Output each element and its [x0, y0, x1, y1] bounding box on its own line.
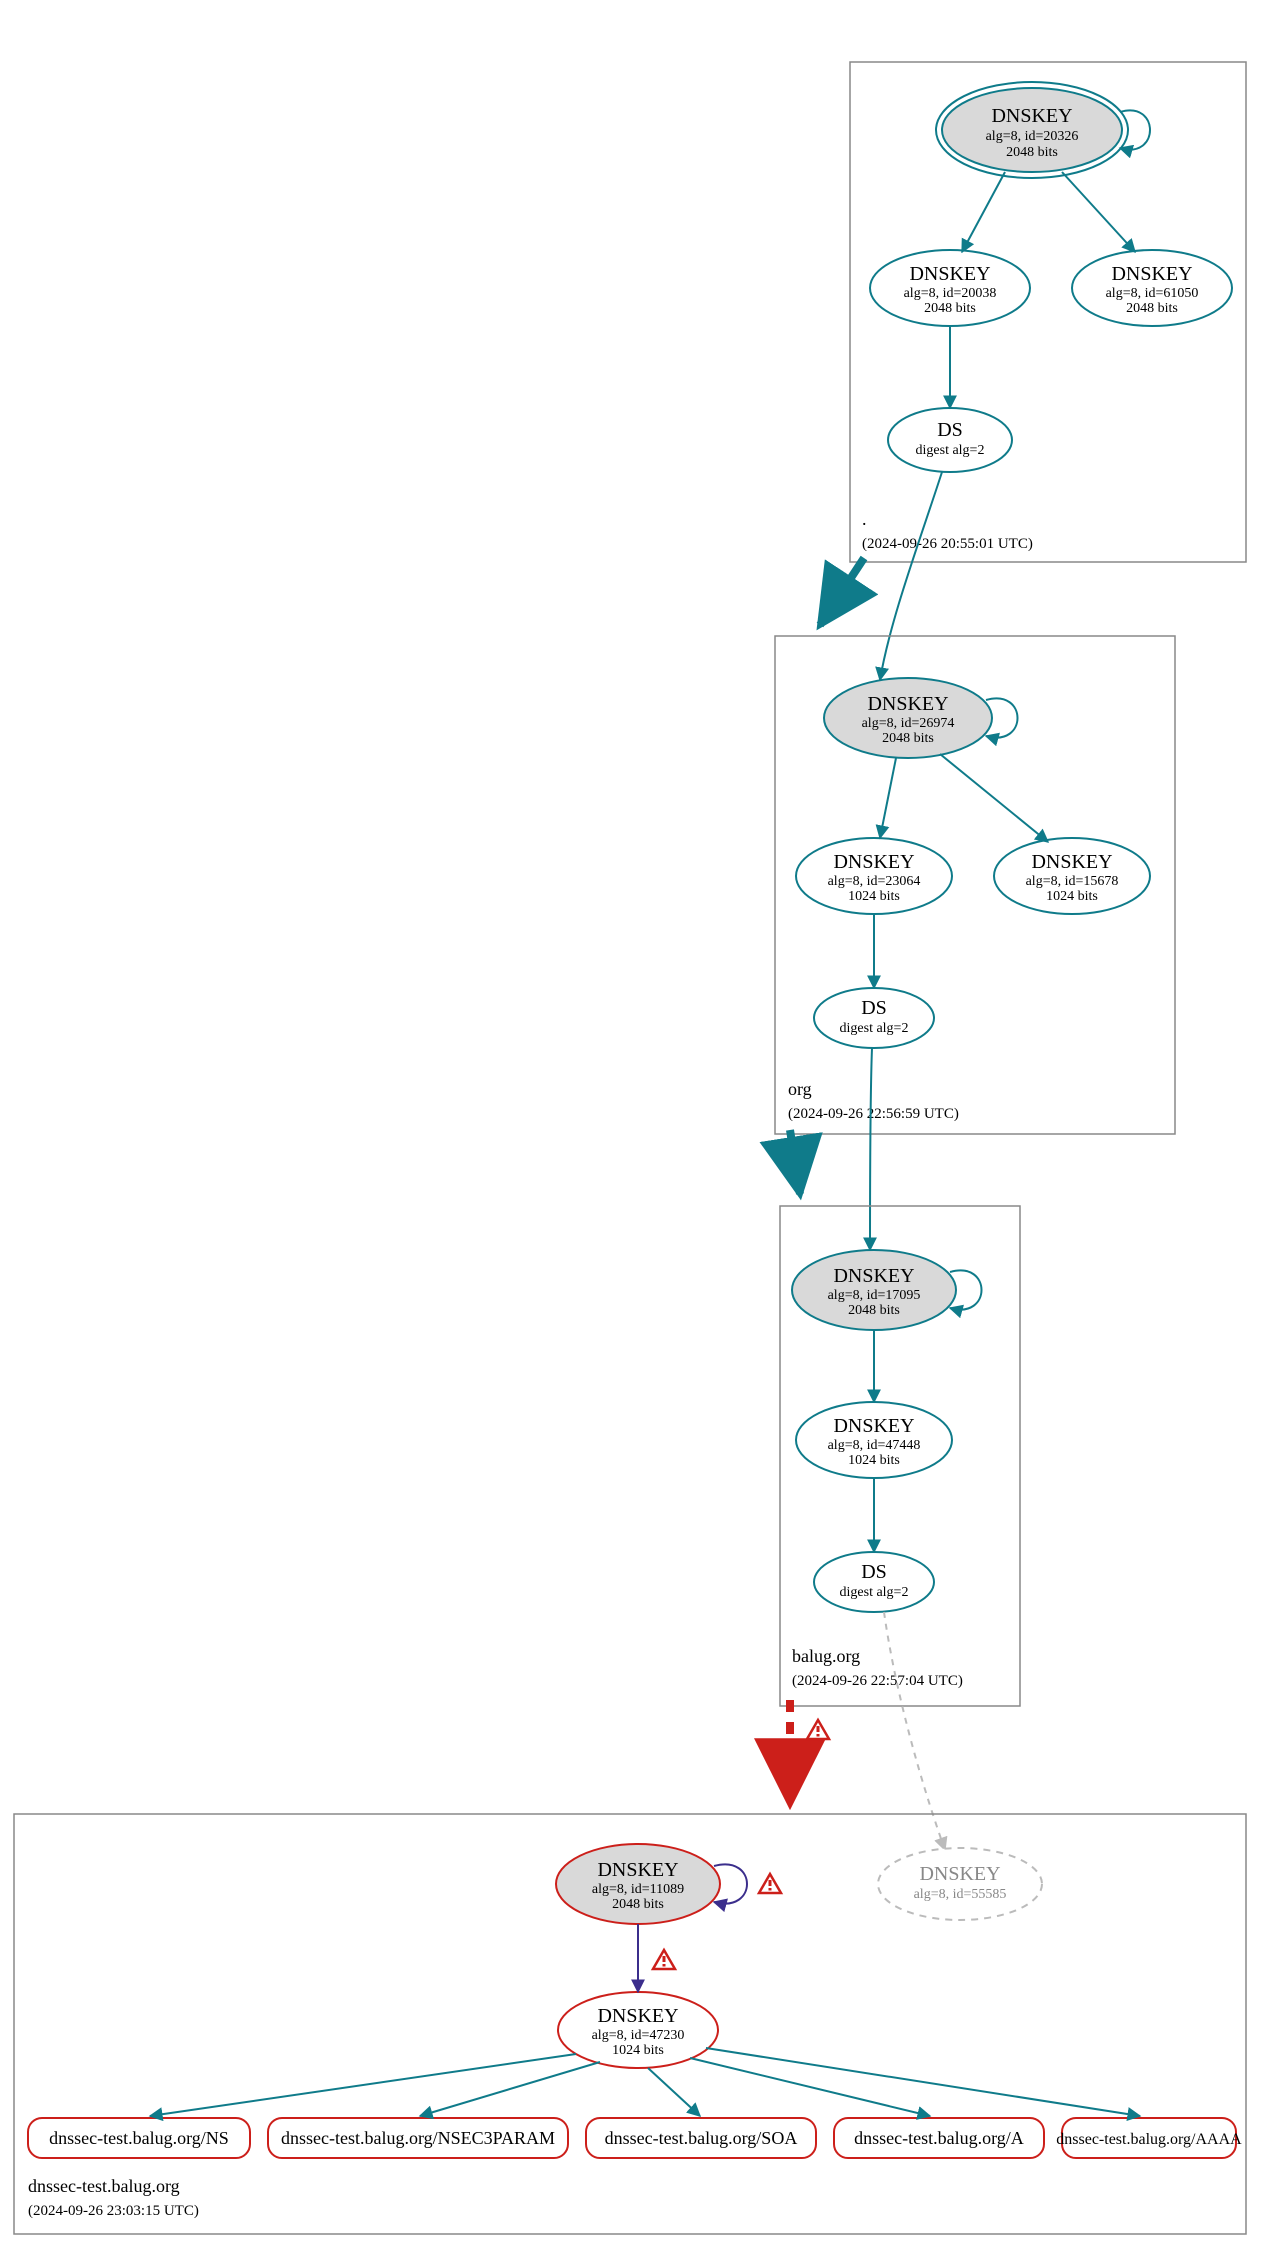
svg-text:dnssec-test.balug.org/NSEC3PAR: dnssec-test.balug.org/NSEC3PARAM: [281, 2128, 555, 2148]
edge-org-ksk-zsk1: [880, 758, 896, 838]
svg-text:alg=8, id=23064: alg=8, id=23064: [828, 874, 921, 889]
svg-text:DS: DS: [861, 1561, 887, 1583]
svg-text:DNSKEY: DNSKEY: [833, 1265, 914, 1287]
svg-text:dnssec-test.balug.org/SOA: dnssec-test.balug.org/SOA: [605, 2128, 798, 2148]
edge-root-ksk-zsk2: [1062, 172, 1135, 252]
edge-root-ksk-zsk1: [962, 172, 1005, 252]
warning-icon: [759, 1874, 781, 1893]
rr-a: dnssec-test.balug.org/A: [834, 2118, 1044, 2158]
zone-org-time: (2024-09-26 22:56:59 UTC): [788, 1106, 959, 1122]
svg-text:DNSKEY: DNSKEY: [909, 263, 990, 285]
node-root-zsk2: DNSKEY alg=8, id=61050 2048 bits: [1072, 250, 1232, 326]
svg-text:dnssec-test.balug.org/AAAA: dnssec-test.balug.org/AAAA: [1056, 2131, 1242, 2148]
node-org-ksk: DNSKEY alg=8, id=26974 2048 bits: [824, 678, 992, 758]
node-root-ds: DS digest alg=2: [888, 408, 1012, 472]
zone-balug-time: (2024-09-26 22:57:04 UTC): [792, 1673, 963, 1689]
edge-org-ds-to-balug-ksk: [870, 1048, 872, 1250]
node-dnssec-missing: DNSKEY alg=8, id=55585: [878, 1848, 1042, 1920]
svg-text:1024 bits: 1024 bits: [848, 1453, 900, 1468]
svg-text:1024 bits: 1024 bits: [1046, 889, 1098, 904]
edge-zsk-aaaa: [706, 2048, 1140, 2116]
svg-text:2048 bits: 2048 bits: [1126, 301, 1178, 316]
warning-icon: [807, 1720, 829, 1739]
svg-text:2048 bits: 2048 bits: [924, 301, 976, 316]
svg-text:DS: DS: [937, 419, 963, 441]
zone-org-name: org: [788, 1079, 812, 1099]
svg-text:1024 bits: 1024 bits: [612, 2043, 664, 2058]
rr-ns: dnssec-test.balug.org/NS: [28, 2118, 250, 2158]
svg-text:DS: DS: [861, 997, 887, 1019]
node-dnssec-zsk: DNSKEY alg=8, id=47230 1024 bits: [558, 1992, 718, 2068]
edge-org-ksk-zsk2: [940, 754, 1048, 842]
svg-text:alg=8, id=11089: alg=8, id=11089: [592, 1882, 684, 1897]
svg-text:dnssec-test.balug.org/NS: dnssec-test.balug.org/NS: [49, 2128, 229, 2148]
svg-text:alg=8, id=17095: alg=8, id=17095: [828, 1288, 921, 1303]
edge-root-ds-to-org-ksk: [880, 472, 942, 680]
svg-text:2048 bits: 2048 bits: [848, 1303, 900, 1318]
svg-text:digest alg=2: digest alg=2: [916, 443, 985, 458]
node-balug-zsk: DNSKEY alg=8, id=47448 1024 bits: [796, 1402, 952, 1478]
zone-root-time: (2024-09-26 20:55:01 UTC): [862, 536, 1033, 552]
svg-text:DNSKEY: DNSKEY: [867, 693, 948, 715]
svg-text:DNSKEY: DNSKEY: [597, 1859, 678, 1881]
svg-text:DNSKEY: DNSKEY: [1111, 263, 1192, 285]
zone-root-name: .: [862, 509, 867, 529]
svg-text:alg=8, id=15678: alg=8, id=15678: [1026, 874, 1119, 889]
svg-text:digest alg=2: digest alg=2: [840, 1021, 909, 1036]
edge-zsk-n3p: [420, 2062, 600, 2116]
svg-text:DNSKEY: DNSKEY: [1031, 851, 1112, 873]
svg-text:alg=8, id=55585: alg=8, id=55585: [914, 1887, 1007, 1902]
edge-zsk-ns: [150, 2054, 576, 2116]
rr-aaaa: dnssec-test.balug.org/AAAA: [1056, 2118, 1242, 2158]
edge-root-to-org-zone: [820, 558, 864, 625]
edge-zsk-soa: [648, 2068, 700, 2116]
node-org-zsk2: DNSKEY alg=8, id=15678 1024 bits: [994, 838, 1150, 914]
node-dnssec-ksk: DNSKEY alg=8, id=11089 2048 bits: [556, 1844, 720, 1924]
svg-text:DNSKEY: DNSKEY: [833, 1415, 914, 1437]
svg-text:DNSKEY: DNSKEY: [597, 2005, 678, 2027]
node-org-zsk1: DNSKEY alg=8, id=23064 1024 bits: [796, 838, 952, 914]
warning-icon: [653, 1950, 675, 1969]
svg-text:alg=8, id=61050: alg=8, id=61050: [1106, 286, 1199, 301]
node-root-ksk: DNSKEY alg=8, id=20326 2048 bits: [936, 82, 1128, 178]
svg-text:digest alg=2: digest alg=2: [840, 1585, 909, 1600]
edge-zsk-a: [690, 2058, 930, 2116]
svg-text:DNSKEY: DNSKEY: [991, 105, 1072, 127]
node-root-zsk1: DNSKEY alg=8, id=20038 2048 bits: [870, 250, 1030, 326]
zone-dnssec-time: (2024-09-26 23:03:15 UTC): [28, 2203, 199, 2219]
svg-text:alg=8, id=47230: alg=8, id=47230: [592, 2028, 685, 2043]
svg-text:alg=8, id=20326: alg=8, id=20326: [986, 129, 1079, 144]
node-org-ds: DS digest alg=2: [814, 988, 934, 1048]
rr-soa: dnssec-test.balug.org/SOA: [586, 2118, 816, 2158]
svg-text:alg=8, id=26974: alg=8, id=26974: [862, 716, 955, 731]
svg-text:alg=8, id=47448: alg=8, id=47448: [828, 1438, 921, 1453]
svg-text:2048 bits: 2048 bits: [882, 731, 934, 746]
svg-text:alg=8, id=20038: alg=8, id=20038: [904, 286, 997, 301]
svg-text:1024 bits: 1024 bits: [848, 889, 900, 904]
svg-text:dnssec-test.balug.org/A: dnssec-test.balug.org/A: [854, 2128, 1024, 2148]
node-balug-ds: DS digest alg=2: [814, 1552, 934, 1612]
svg-text:DNSKEY: DNSKEY: [833, 851, 914, 873]
zone-balug-name: balug.org: [792, 1646, 860, 1666]
edge-org-to-balug-zone: [790, 1130, 800, 1194]
svg-text:DNSKEY: DNSKEY: [919, 1863, 1000, 1885]
svg-text:2048 bits: 2048 bits: [1006, 145, 1058, 160]
svg-text:2048 bits: 2048 bits: [612, 1897, 664, 1912]
zone-dnssec-name: dnssec-test.balug.org: [28, 2176, 180, 2196]
node-balug-ksk: DNSKEY alg=8, id=17095 2048 bits: [792, 1250, 956, 1330]
rr-nsec3param: dnssec-test.balug.org/NSEC3PARAM: [268, 2118, 568, 2158]
